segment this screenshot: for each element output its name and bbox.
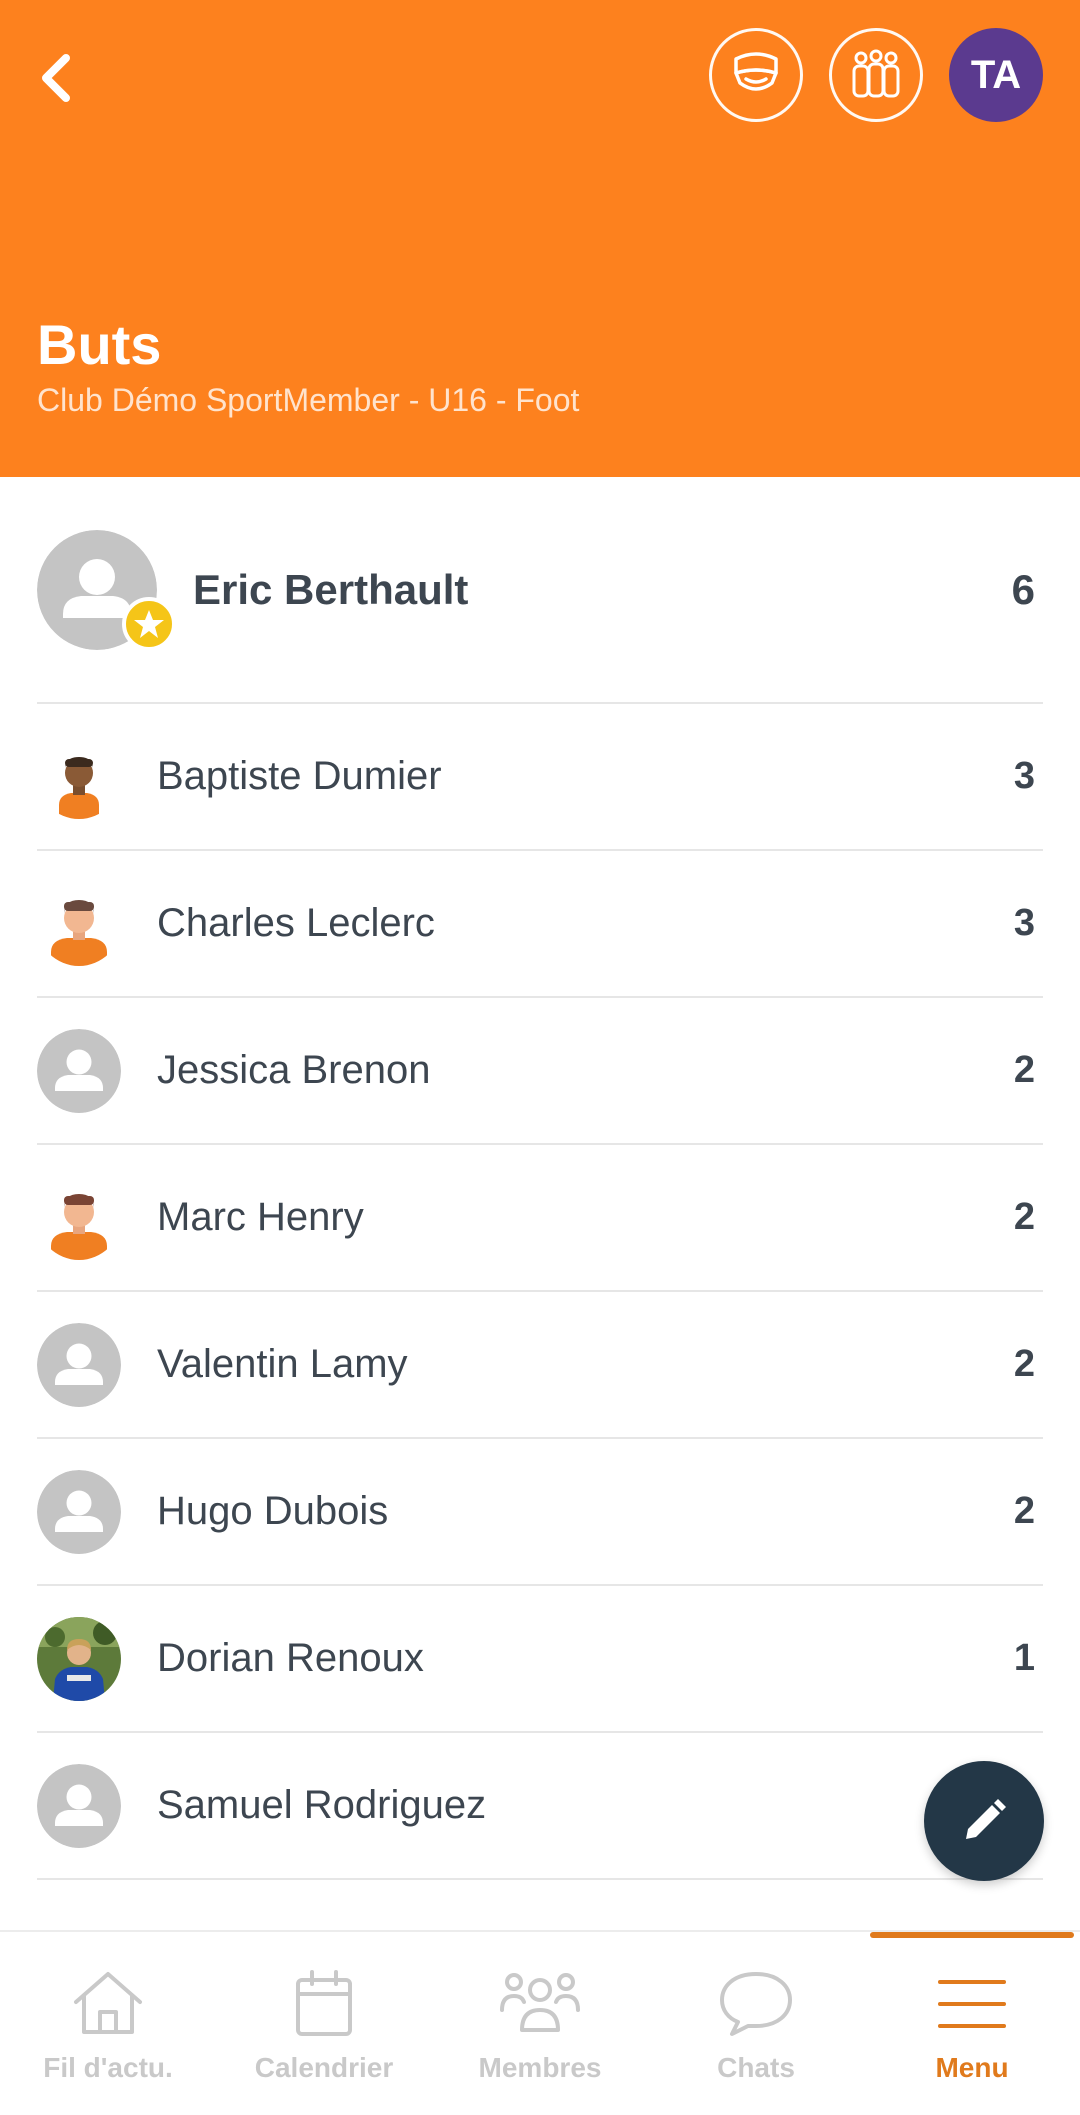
list-item[interactable]: Baptiste Dumier 3	[37, 704, 1043, 851]
list-item[interactable]: Marc Henry 2	[37, 1145, 1043, 1292]
list-item[interactable]: Jessica Brenon 2	[37, 998, 1043, 1145]
team-icon	[852, 49, 900, 98]
list-item[interactable]: Dorian Renoux 1	[37, 1586, 1043, 1733]
photo-avatar	[37, 1616, 121, 1701]
nav-chats[interactable]: Chats	[648, 1932, 864, 2115]
goal-count: 3	[1013, 755, 1035, 797]
player-name: Charles Leclerc	[157, 901, 435, 945]
nav-label: Menu	[935, 2052, 1009, 2083]
page-header: TA Buts Club Démo SportMember - U16 - Fo…	[0, 0, 1080, 477]
goal-count: 1	[1013, 1637, 1035, 1679]
player-avatar-light	[37, 881, 121, 966]
list-item[interactable]: Hugo Dubois 2	[37, 1439, 1043, 1586]
nav-menu[interactable]: Menu	[864, 1932, 1080, 2115]
club-badge-icon	[734, 52, 778, 91]
player-avatar-light	[37, 1175, 121, 1260]
player-name: Samuel Rodriguez	[157, 1783, 487, 1827]
default-avatar	[37, 1322, 121, 1407]
player-name: Jessica Brenon	[157, 1048, 431, 1092]
player-avatar-dark	[37, 734, 121, 819]
goal-count: 6	[1011, 565, 1035, 613]
goal-count: 3	[1013, 902, 1035, 944]
default-avatar	[37, 1469, 121, 1554]
player-name: Hugo Dubois	[157, 1489, 389, 1533]
nav-label: Membres	[478, 2052, 602, 2083]
nav-label: Fil d'actu.	[43, 2052, 173, 2083]
goal-count: 2	[1013, 1343, 1035, 1385]
bottom-nav: Fil d'actu. Calendrier Membres Chats Men…	[0, 1930, 1080, 2115]
list-item[interactable]: Samuel Rodriguez	[37, 1733, 1043, 1880]
goal-count: 2	[1013, 1490, 1035, 1532]
nav-label: Chats	[717, 2052, 795, 2083]
page-subtitle: Club Démo SportMember - U16 - Foot	[37, 382, 580, 418]
default-avatar	[37, 1763, 121, 1848]
player-name: Dorian Renoux	[157, 1636, 424, 1680]
default-avatar	[37, 1028, 121, 1113]
back-button[interactable]	[28, 42, 84, 114]
members-icon	[500, 1973, 580, 2032]
top-scorer-row[interactable]: Eric Berthault 6	[37, 477, 1043, 704]
pencil-icon	[966, 1799, 1006, 1839]
chevron-left-icon	[42, 54, 70, 102]
chat-icon	[720, 1972, 792, 2036]
player-name: Baptiste Dumier	[157, 754, 442, 798]
nav-feed[interactable]: Fil d'actu.	[0, 1932, 216, 2115]
page-title: Buts	[37, 313, 162, 376]
nav-label: Calendrier	[254, 2052, 394, 2083]
player-name: Marc Henry	[157, 1195, 364, 1239]
list-item[interactable]: Valentin Lamy 2	[37, 1292, 1043, 1439]
edit-button[interactable]	[924, 1761, 1044, 1881]
nav-members[interactable]: Membres	[432, 1932, 648, 2115]
menu-icon	[938, 1980, 1006, 2028]
star-icon	[122, 596, 176, 651]
player-name: Eric Berthault	[193, 565, 469, 613]
nav-calendar[interactable]: Calendrier	[216, 1932, 432, 2115]
user-avatar[interactable]: TA	[949, 28, 1043, 122]
club-button[interactable]	[709, 28, 803, 122]
top-scorer-avatar-wrap	[37, 529, 176, 651]
scorers-list: Eric Berthault 6 Baptiste Dumier 3 Charl…	[37, 477, 1043, 1940]
list-item[interactable]: Charles Leclerc 3	[37, 851, 1043, 998]
goal-count: 2	[1013, 1196, 1035, 1238]
team-button[interactable]	[829, 28, 923, 122]
player-name: Valentin Lamy	[157, 1342, 408, 1386]
home-icon	[74, 1972, 142, 2034]
calendar-icon	[296, 1970, 352, 2036]
goal-count: 2	[1013, 1049, 1035, 1091]
